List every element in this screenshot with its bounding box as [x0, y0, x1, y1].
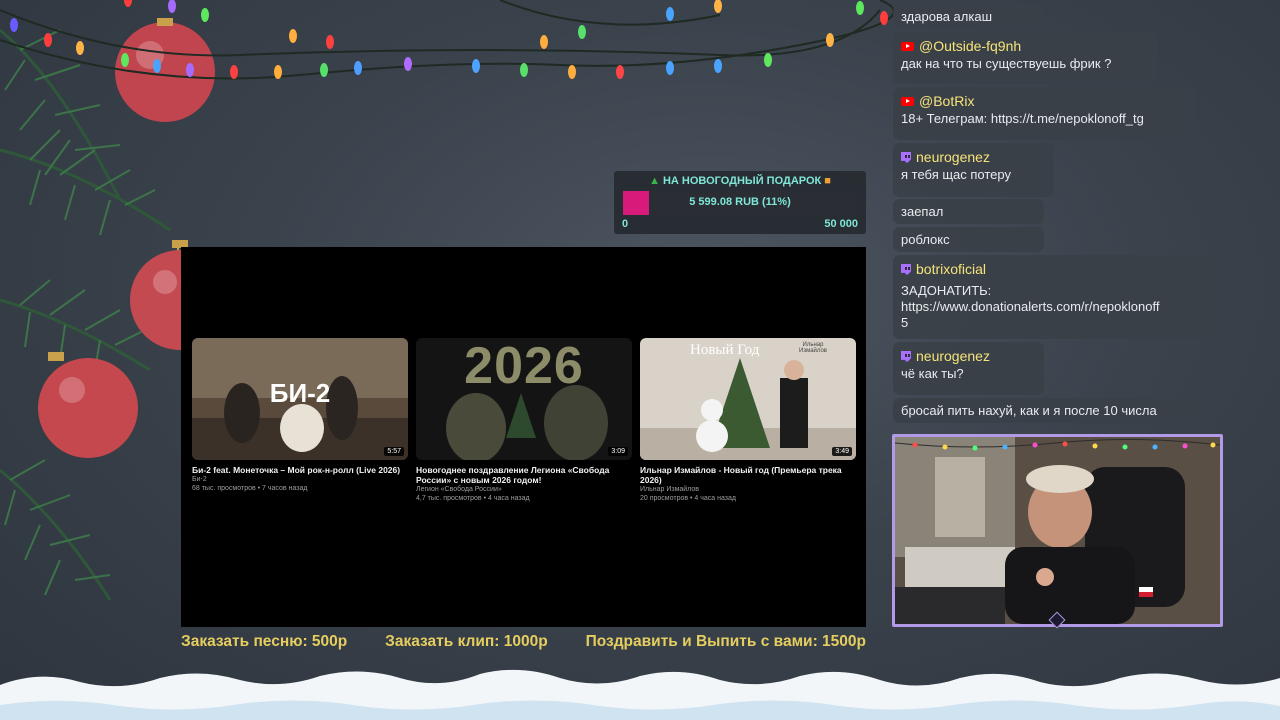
video-channel[interactable]: Легион «Свобода России» — [416, 485, 632, 494]
chat-message: заепал — [893, 199, 1044, 224]
video-title[interactable]: Би-2 feat. Монеточка – Мой рок-н-ролл (L… — [192, 465, 408, 475]
video-channel[interactable]: Би-2 — [192, 475, 408, 484]
price-list: Заказать песню: 500р Заказать клип: 1000… — [181, 633, 866, 653]
chat-message-text: чё как ты? — [901, 366, 964, 381]
chat-message-text: здарова алкаш — [901, 9, 992, 24]
video-thumbnail[interactable]: 2026 3:09 — [416, 338, 632, 460]
goal-progress-bar: 5 599.08 RUB (11%) — [623, 191, 857, 215]
snow-border — [0, 669, 1280, 720]
price-congrats: Поздравить и Выпить с вами: 1500р — [585, 633, 866, 650]
video-meta: 20 просмотров • 4 часа назад — [640, 495, 736, 502]
youtube-icon — [901, 41, 914, 51]
chat-message-text: 5 — [901, 315, 909, 330]
video-title[interactable]: Новогоднее поздравление Легиона «Свобода… — [416, 465, 632, 485]
chat-message-text: 18+ Телеграм: https://t.me/nepoklonoff_t… — [901, 111, 1144, 126]
chat-username[interactable]: @Outside-fq9nh — [919, 38, 1021, 54]
chat-message-header: neurogenez — [901, 346, 1036, 366]
price-song: Заказать песню: 500р — [181, 633, 348, 650]
twitch-icon — [901, 263, 911, 275]
video-title[interactable]: Ильнар Измайлов - Новый год (Премьера тр… — [640, 465, 856, 485]
chat-message-header: neurogenez — [901, 147, 1046, 167]
video-card[interactable]: 2026 3:09 Новогоднее поздравление Легион… — [416, 338, 632, 503]
chat-username[interactable]: @BotRix — [919, 93, 974, 109]
thumbnail-subtext: Ильнар Измайлов — [799, 342, 827, 354]
twitch-icon — [901, 151, 911, 163]
goal-max-label: 50 000 — [824, 218, 858, 230]
webcam-image — [895, 437, 1220, 624]
thumbnail-text: Новый Год — [690, 342, 760, 358]
goal-title: НА НОВОГОДНЫЙ ПОДАРОК — [662, 175, 822, 187]
price-clip: Заказать клип: 1000р — [385, 633, 548, 650]
video-thumbnail[interactable]: БИ-2 5:57 — [192, 338, 408, 460]
webcam-feed — [892, 434, 1223, 627]
chat-message: @BotRix 18+ Телеграм: https://t.me/nepok… — [893, 87, 1196, 140]
video-duration: 3:09 — [608, 447, 628, 456]
chat-username[interactable]: botrixoficial — [916, 261, 986, 277]
video-channel[interactable]: Ильнар Измайлов — [640, 485, 856, 494]
chat-message: @Outside-fq9nh дак на что ты существуешь… — [893, 32, 1157, 84]
video-meta: 4,7 тыс. просмотров • 4 часа назад — [416, 495, 530, 502]
chat-message-header: @Outside-fq9nh — [901, 36, 1149, 56]
chat-message: neurogenez я тебя щас потеру — [893, 143, 1054, 197]
video-thumbnail[interactable]: Новый Год Ильнар Измайлов 3:49 — [640, 338, 856, 460]
chat-message: neurogenez чё как ты? — [893, 342, 1044, 395]
video-player[interactable]: БИ-2 5:57 Би-2 feat. Монеточка – Мой рок… — [181, 247, 866, 627]
gift-icon: ■ — [824, 175, 831, 187]
chat-message-text: я тебя щас потеру — [901, 167, 1011, 182]
chat-username[interactable]: neurogenez — [916, 149, 990, 165]
chat-message-header: @BotRix — [901, 91, 1188, 111]
video-card[interactable]: Новый Год Ильнар Измайлов 3:49 Ильнар Из… — [640, 338, 856, 503]
christmas-tree-icon: ▲ — [649, 175, 660, 187]
goal-min-label: 0 — [622, 218, 629, 230]
chat-username[interactable]: neurogenez — [916, 348, 990, 364]
chat-message: botrixoficial ЗАДОНАТИТЬ: https://www.do… — [893, 255, 1220, 339]
video-meta: 68 тыс. просмотров • 7 часов назад — [192, 485, 308, 492]
video-card[interactable]: БИ-2 5:57 Би-2 feat. Монеточка – Мой рок… — [192, 338, 408, 493]
chat-message-text: дак на что ты существуешь фрик ? — [901, 56, 1112, 71]
thumbnail-text: БИ-2 — [269, 378, 331, 408]
chat-message-header: botrixoficial — [901, 259, 1212, 279]
chat-message-text: ЗАДОНАТИТЬ: — [901, 283, 992, 298]
chat-message-text: роблокс — [901, 232, 950, 247]
twitch-icon — [901, 350, 911, 362]
goal-raised-amount: 5 599.08 RUB (11%) — [689, 196, 791, 208]
video-duration: 3:49 — [832, 447, 852, 456]
chat-message: здарова алкаш — [893, 4, 1044, 29]
chat-message: роблокс — [893, 227, 1044, 252]
video-duration: 5:57 — [384, 447, 404, 456]
chat-message-text: заепал — [901, 204, 944, 219]
donation-goal: ▲ НА НОВОГОДНЫЙ ПОДАРОК ■ 5 599.08 RUB (11… — [614, 171, 866, 234]
youtube-icon — [901, 96, 914, 106]
chat-message-text: бросай пить нахуй, как и я после 10 числ… — [901, 403, 1157, 418]
thumbnail-text: 2026 — [464, 338, 584, 395]
chat-message: бросай пить нахуй, как и я после 10 числ… — [893, 398, 1204, 423]
goal-title-row: ▲ НА НОВОГОДНЫЙ ПОДАРОК ■ — [614, 175, 866, 187]
chat-message-link[interactable]: https://www.donationalerts.com/r/nepoklo… — [901, 299, 1212, 315]
